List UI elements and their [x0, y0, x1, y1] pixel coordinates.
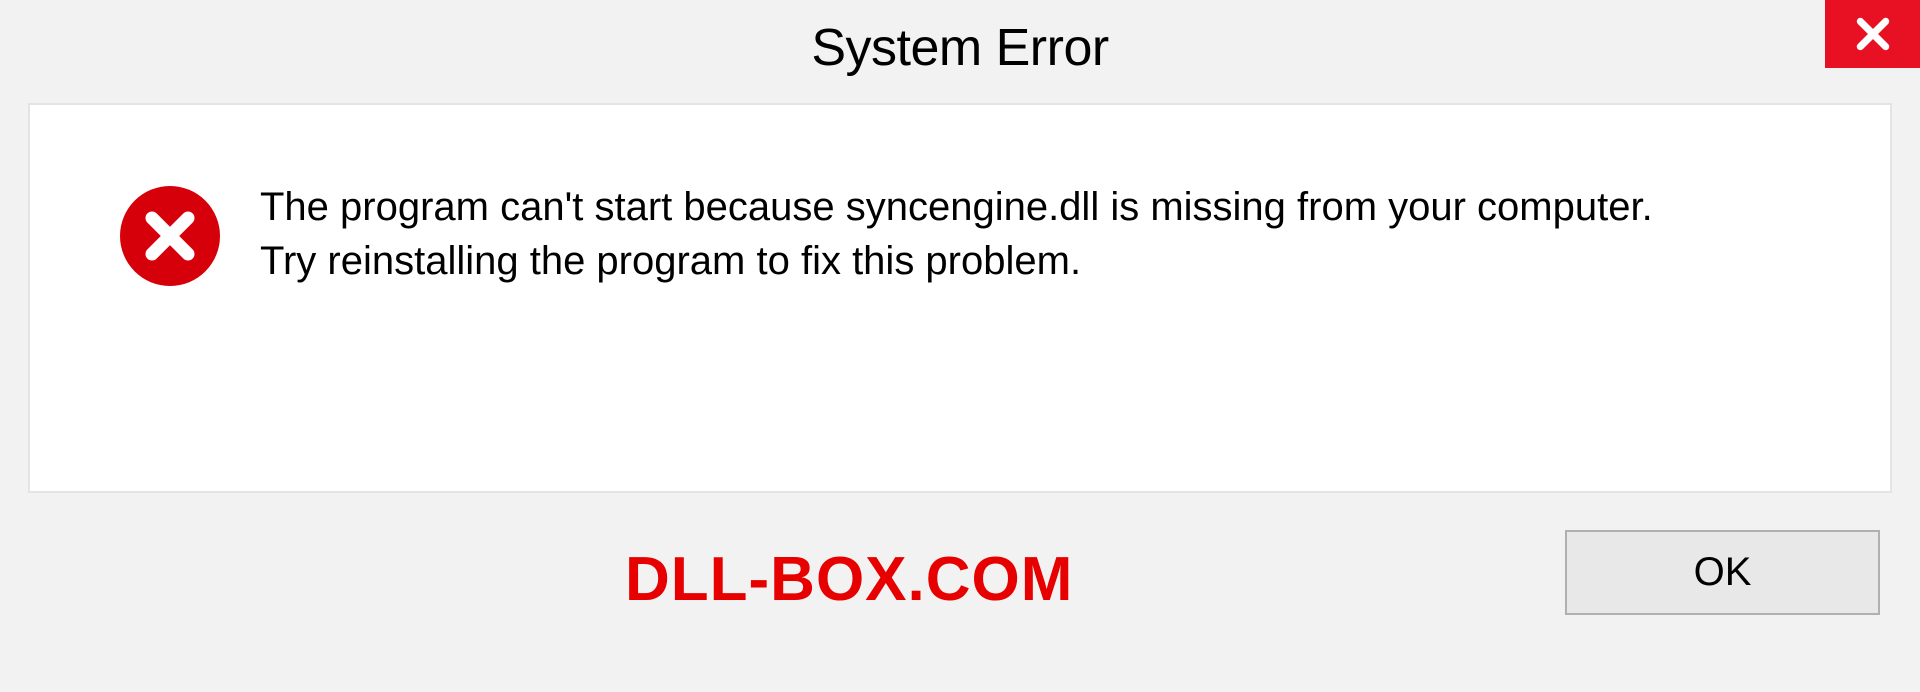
ok-button[interactable]: OK — [1565, 530, 1880, 615]
error-icon — [120, 186, 220, 286]
watermark-text: DLL-BOX.COM — [625, 544, 1073, 615]
dialog-footer: DLL-BOX.COM OK — [0, 493, 1920, 673]
titlebar: System Error — [0, 0, 1920, 95]
ok-button-label: OK — [1694, 550, 1752, 595]
close-button[interactable] — [1825, 0, 1920, 68]
dialog-title: System Error — [811, 18, 1108, 78]
error-message: The program can't start because syncengi… — [260, 180, 1660, 288]
dialog-content: The program can't start because syncengi… — [28, 103, 1892, 493]
close-icon — [1854, 15, 1892, 53]
